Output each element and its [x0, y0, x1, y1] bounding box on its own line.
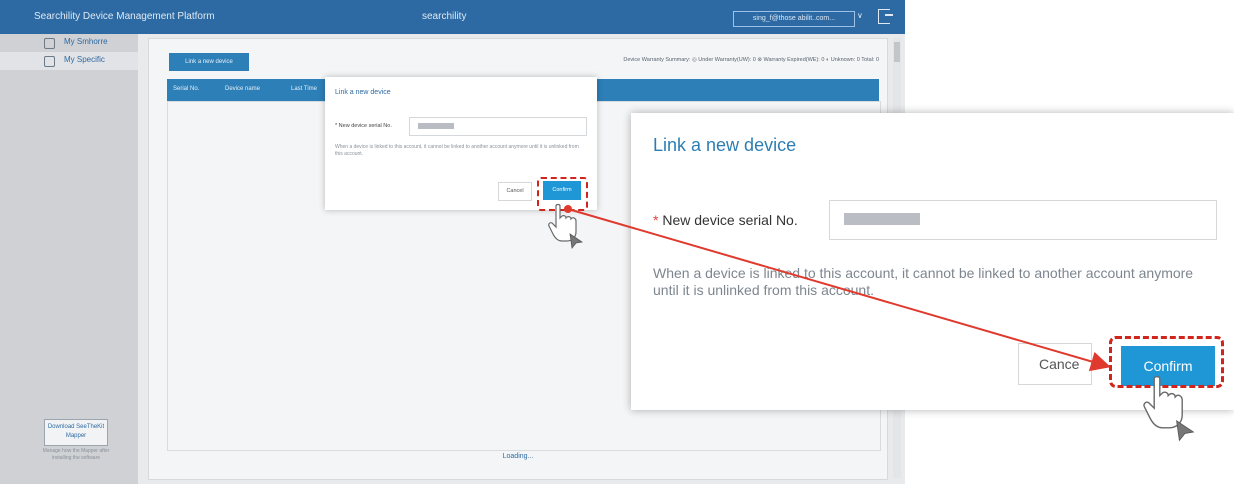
printer-icon [44, 56, 55, 67]
confirm-highlight-box [537, 177, 588, 211]
download-mapper-button[interactable]: Download SeeTheKit Mapper [44, 419, 108, 446]
dialog-info-text: When a device is linked to this account,… [335, 144, 579, 157]
dialog-info-text: When a device is linked to this account,… [653, 265, 1194, 298]
sidebar-item-label: My Smhorre [64, 37, 108, 46]
serial-field-label-text: New device serial No. [662, 212, 798, 228]
top-bar: Searchility Device Management Platform s… [0, 0, 905, 34]
loading-text: Loading... [502, 453, 534, 460]
column-header-device-name[interactable]: Device name [225, 86, 260, 92]
serial-input[interactable] [409, 117, 587, 136]
redacted-serial [844, 213, 920, 225]
column-header-serial[interactable]: Serial No. [173, 86, 199, 92]
chevron-down-icon[interactable]: ∨ [857, 11, 863, 20]
brand-title: searchility [422, 11, 467, 22]
sidebar-item-label: My Specific [64, 55, 105, 64]
link-device-button[interactable]: Link a new device [169, 53, 249, 71]
app-title: Searchility Device Management Platform [34, 11, 215, 22]
account-menu[interactable]: sing_f@those abilit..com... [733, 11, 855, 27]
serial-input[interactable] [829, 200, 1217, 240]
redacted-serial [418, 123, 454, 129]
download-note: Manage how the Mapper after installing t… [42, 448, 110, 461]
required-marker: * [653, 212, 659, 228]
sidebar-item-my-specific[interactable]: My Specific [0, 52, 138, 70]
cancel-button[interactable]: Cance [1018, 343, 1092, 385]
device-icon [44, 38, 55, 49]
dialog-title: Link a new device [335, 89, 391, 96]
serial-field-label: * New device serial No. [653, 212, 798, 228]
warranty-summary: Device Warranty Summary: ◎ Under Warrant… [623, 57, 879, 63]
confirm-highlight-box [1109, 336, 1224, 388]
scrollbar-thumb[interactable] [894, 42, 900, 62]
cancel-button[interactable]: Cancel [498, 182, 532, 201]
sidebar: My Smhorre My Specific Download SeeTheKi… [0, 34, 138, 484]
sidebar-item-my-devices[interactable]: My Smhorre [0, 34, 138, 52]
logout-icon[interactable] [878, 9, 893, 24]
column-header-last-time[interactable]: Last Time [291, 86, 317, 92]
dialog-title: Link a new device [653, 135, 797, 155]
serial-field-label: * New device serial No. [335, 123, 392, 129]
